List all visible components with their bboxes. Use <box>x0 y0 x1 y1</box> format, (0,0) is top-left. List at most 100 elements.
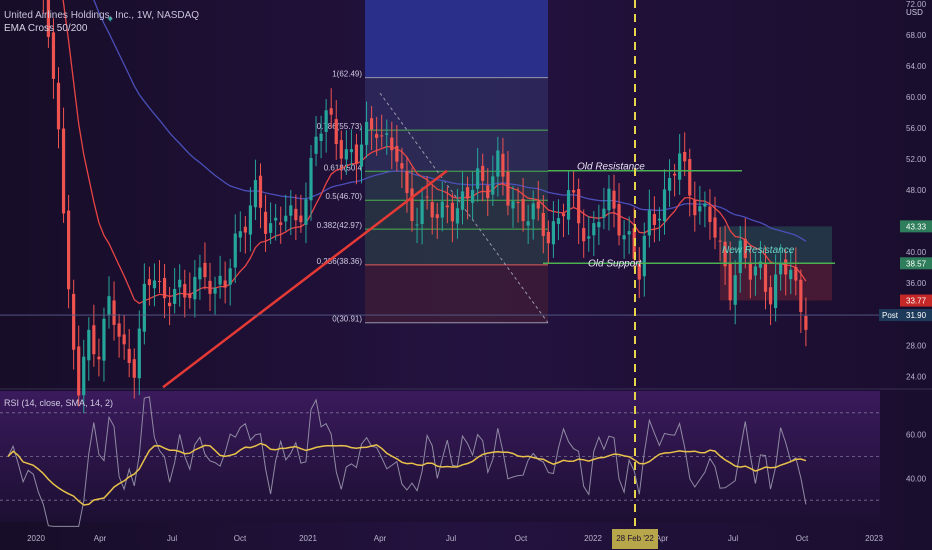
x-tick-label: Oct <box>796 534 809 543</box>
y-tick-label: 64.00 <box>906 62 927 71</box>
candle-body <box>359 144 364 167</box>
candle-body <box>97 356 101 360</box>
candle-body <box>627 231 631 235</box>
candle-body <box>753 266 757 276</box>
y-tick-label: 60.00 <box>906 93 927 102</box>
price-badge-label: 31.90 <box>906 311 927 320</box>
fib-zone <box>365 229 548 265</box>
rsi-pane-background <box>0 388 932 522</box>
candle-body <box>82 356 86 396</box>
candle-body <box>364 121 369 145</box>
y-tick-label: 52.00 <box>906 155 927 164</box>
fib-level-label: 0(30.91) <box>332 315 362 324</box>
candle-body <box>157 280 162 282</box>
candle-body <box>733 275 737 305</box>
candle-body <box>87 329 91 361</box>
candle-body <box>556 218 561 224</box>
x-tick-label: 2021 <box>299 534 317 543</box>
candle-body <box>541 212 545 236</box>
candle-body <box>471 190 475 203</box>
fib-level-label: 0.5(46.70) <box>326 192 363 201</box>
candle-body <box>794 266 798 281</box>
candle-body <box>597 222 601 228</box>
x-tick-label: Apr <box>374 534 387 543</box>
candle-body <box>304 199 308 225</box>
chart-header: United Airlines Holdings, Inc., 1W, NASD… <box>4 9 199 35</box>
candle-body <box>768 287 773 305</box>
candle-body <box>390 137 394 151</box>
fib-zone <box>365 264 548 323</box>
currency-label: USD <box>906 8 923 17</box>
candle-body <box>465 187 470 199</box>
candle-body <box>137 328 141 379</box>
candle-body <box>577 189 581 224</box>
candle-body <box>127 348 131 363</box>
indicator-label[interactable]: EMA Cross 50/200 <box>4 22 199 35</box>
candle-body <box>258 175 263 208</box>
candle-body <box>607 188 611 211</box>
candle-body <box>516 201 520 203</box>
candle-body <box>380 135 384 137</box>
x-tick-label: Jul <box>167 534 177 543</box>
candle-body <box>647 210 651 236</box>
candle-body <box>496 150 500 177</box>
candle-body <box>117 323 121 337</box>
candle-body <box>112 300 116 325</box>
event-date-label: 28 Feb '22 <box>616 534 654 543</box>
candle-body <box>673 173 677 176</box>
candle-body <box>274 217 278 221</box>
candle-body <box>617 204 621 236</box>
candle-body <box>67 210 71 290</box>
candle-body <box>506 171 510 206</box>
candle-body <box>183 284 187 298</box>
annotation-label: Old Resistance <box>577 162 645 173</box>
candle-body <box>334 119 338 145</box>
candle-body <box>511 201 515 209</box>
candle-body <box>218 275 222 285</box>
candle-body <box>344 149 348 160</box>
candle-body <box>799 279 803 313</box>
candle-body <box>748 262 752 280</box>
candle-body <box>420 199 424 224</box>
candle-body <box>193 276 197 300</box>
candle-body <box>708 206 712 223</box>
candle-body <box>789 269 793 280</box>
candle-body <box>698 206 702 212</box>
candle-body <box>572 190 576 193</box>
rsi-tick-label: 40.00 <box>906 474 927 483</box>
rsi-tick-label: 60.00 <box>906 431 927 440</box>
fib-zone <box>365 77 548 131</box>
candle-body <box>763 264 768 292</box>
candle-body <box>657 218 662 221</box>
candle-body <box>279 222 283 225</box>
candle-body <box>683 151 687 162</box>
candle-body <box>455 208 460 224</box>
candle-body <box>774 274 778 308</box>
y-tick-label: 48.00 <box>906 186 927 195</box>
candle-body <box>536 201 540 209</box>
candle-body <box>587 236 591 239</box>
candle-body <box>208 280 212 294</box>
candle-body <box>551 221 555 245</box>
candle-body <box>147 279 151 286</box>
candle-body <box>435 214 439 219</box>
candle-body <box>375 134 379 138</box>
candle-body <box>425 196 429 198</box>
candle-body <box>779 262 783 275</box>
candle-body <box>501 153 505 177</box>
candle-body <box>450 202 454 222</box>
candle-body <box>804 315 808 330</box>
candle-body <box>349 149 353 153</box>
candle-body <box>263 211 268 234</box>
candle-body <box>284 215 288 222</box>
annotation-label: New Resistance <box>722 245 795 256</box>
x-tick-label: 2020 <box>27 534 45 543</box>
candle-body <box>566 190 571 220</box>
candle-body <box>198 267 202 280</box>
x-tick-label: Jul <box>728 534 738 543</box>
candle-body <box>294 208 298 221</box>
y-tick-label: 68.00 <box>906 31 927 40</box>
post-badge-label: Post <box>882 311 899 320</box>
y-tick-label: 36.00 <box>906 279 927 288</box>
symbol-title[interactable]: United Airlines Holdings, Inc., 1W, NASD… <box>4 9 199 22</box>
